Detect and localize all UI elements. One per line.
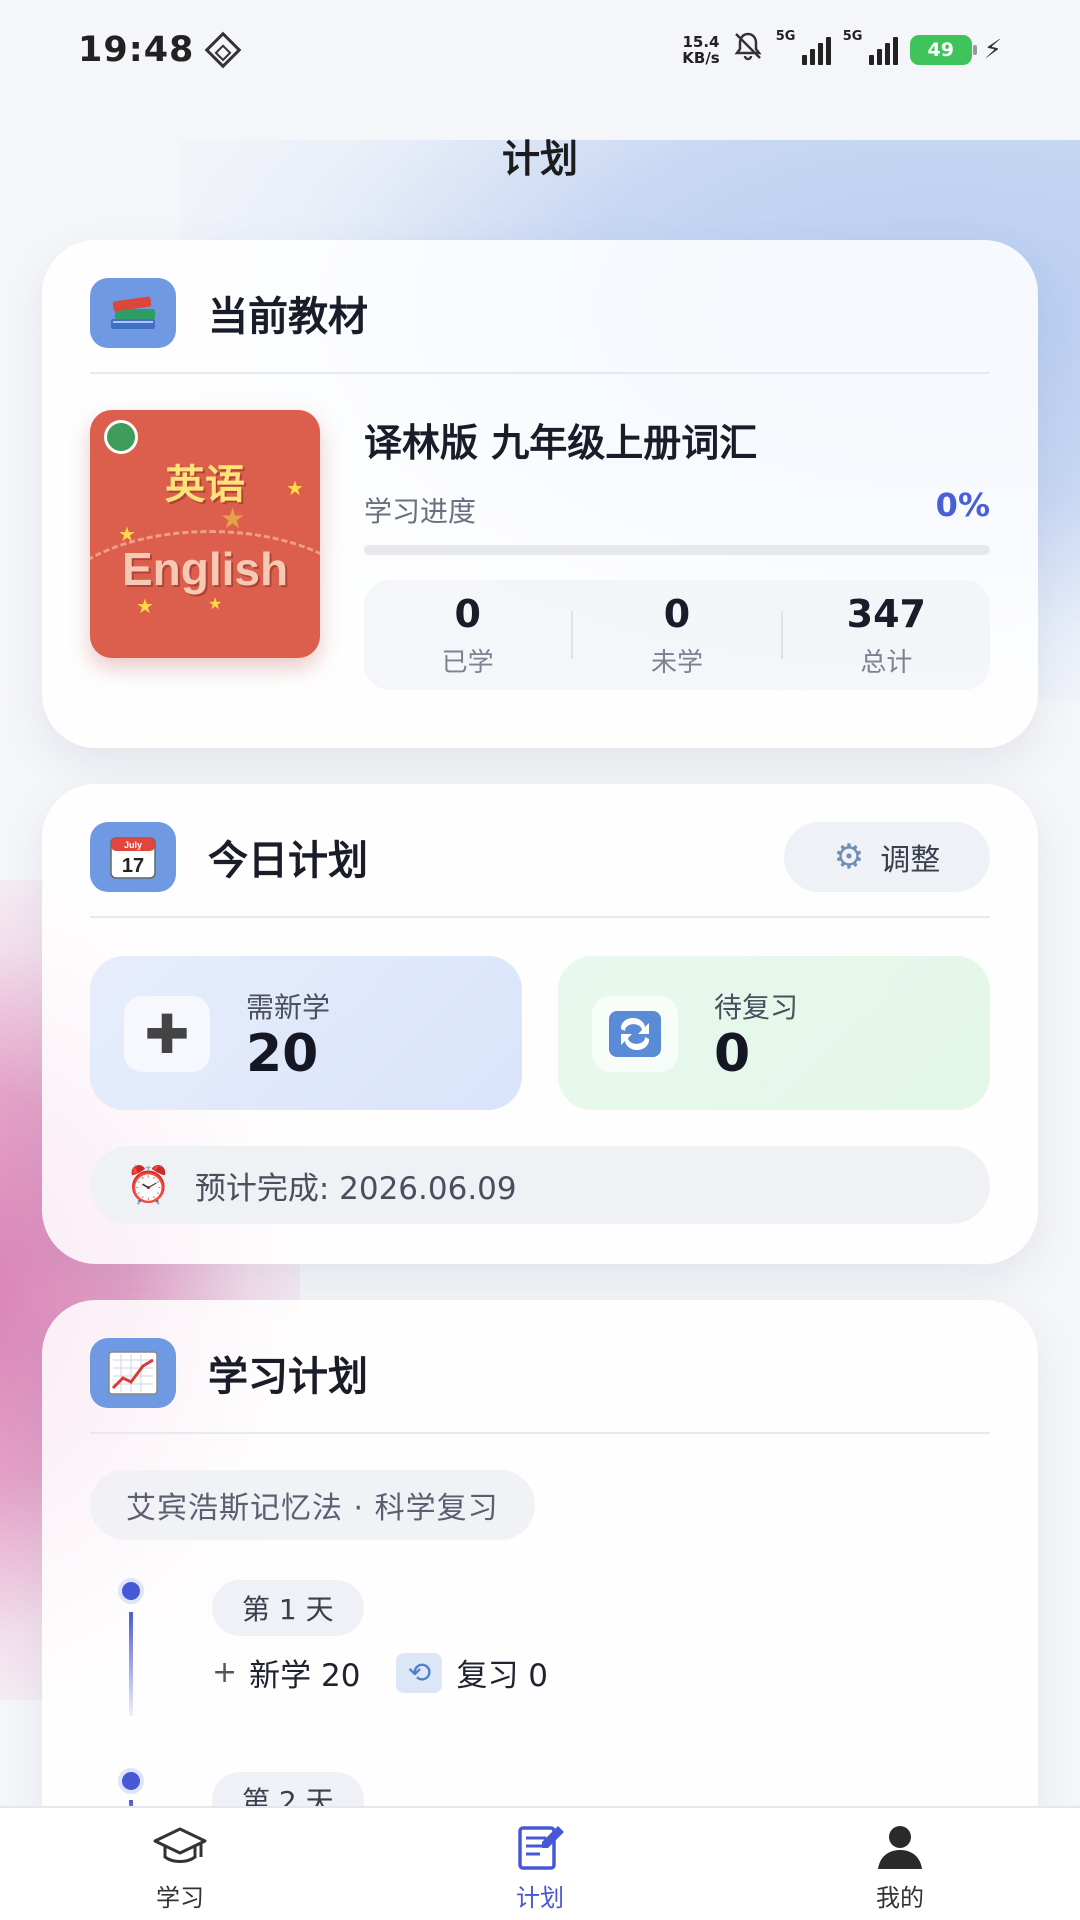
network-speed-unit: KB/s — [682, 49, 720, 67]
card-title: 学习计划 — [208, 1354, 368, 1400]
signal-sim2-icon: 5G — [843, 29, 898, 65]
day-label: 第 1 天 — [212, 1580, 364, 1636]
progress-label: 学习进度 — [364, 495, 477, 528]
tab-study[interactable]: 学习 — [0, 1808, 360, 1920]
progress-bar — [364, 545, 990, 555]
current-textbook-card[interactable]: 当前教材 英语 English ★ ★ ★ ★ ★ 译林版 九年级上册词汇 学习… — [42, 240, 1038, 748]
star-icon: ★ — [208, 594, 223, 613]
network-speed-value: 15.4 — [682, 33, 720, 51]
battery-level: 49 — [927, 39, 954, 61]
adjust-button[interactable]: ⚙ 调整 — [784, 822, 990, 892]
books-icon — [90, 278, 176, 348]
publisher-badge-icon — [104, 420, 138, 454]
star-icon: ★ — [136, 594, 154, 618]
timeline-line — [129, 1612, 133, 1716]
tab-plan[interactable]: 计划 — [360, 1808, 720, 1920]
page-title: 计划 — [501, 137, 578, 181]
progress-value: 0% — [935, 486, 990, 524]
calendar-icon: July 17 — [90, 822, 176, 892]
star-icon: ★ — [220, 502, 246, 535]
network-speed: 15.4 KB/s — [682, 34, 719, 66]
calendar-day: 17 — [122, 855, 144, 877]
stat-learned: 0 已学 — [364, 592, 571, 679]
battery-icon: 49 — [909, 35, 977, 65]
status-indicators: 15.4 KB/s 5G 5G 49 ⚡ — [682, 29, 1002, 70]
bottom-tab-bar: 学习 计划 我的 — [0, 1806, 1080, 1920]
plus-icon: ✚ — [124, 996, 210, 1072]
stat-label: 未学 — [650, 647, 703, 678]
gear-icon: ⚙ — [833, 837, 865, 877]
tab-mine[interactable]: 我的 — [720, 1808, 1080, 1920]
graduation-cap-icon — [150, 1822, 210, 1872]
star-icon: ★ — [286, 476, 304, 500]
textbook-cover[interactable]: 英语 English ★ ★ ★ ★ ★ — [90, 410, 320, 658]
review-words-value: 0 — [714, 1024, 751, 1084]
review-words-tile[interactable]: 待复习 0 — [558, 956, 990, 1110]
status-bar: 19:48 15.4 KB/s 5G 5G 49 ⚡ — [0, 0, 1080, 100]
plus-icon: + — [212, 1655, 238, 1690]
new-words-value: 20 — [246, 1024, 319, 1084]
card-title: 当前教材 — [208, 294, 368, 340]
adjust-label: 调整 — [880, 843, 941, 878]
charging-bolt-icon: ⚡ — [983, 35, 1002, 65]
stat-label: 总计 — [860, 647, 913, 678]
day-plan-row: + 新学 20 ⟲ 复习 0 — [212, 1650, 548, 1695]
card-title: 今日计划 — [208, 838, 368, 884]
status-time: 19:48 — [78, 30, 195, 70]
sim1-label: 5G — [775, 29, 796, 44]
memory-method-tag: 艾宾浩斯记忆法 · 科学复习 — [90, 1470, 535, 1540]
new-words-tile[interactable]: ✚ 需新学 20 — [90, 956, 522, 1110]
divider — [90, 1432, 990, 1434]
tab-label: 计划 — [516, 1884, 564, 1912]
day-review-text: 复习 0 — [456, 1658, 549, 1694]
tab-label: 学习 — [156, 1884, 204, 1912]
bell-muted-icon — [732, 30, 764, 70]
book-name: 译林版 九年级上册词汇 — [364, 421, 758, 465]
card-header: 学习计划 — [90, 1338, 368, 1408]
nfc-diamond-icon — [205, 31, 242, 69]
estimated-completion: ⏰ 预计完成: 2026.06.09 — [90, 1146, 990, 1224]
cover-title-en: English — [121, 543, 289, 595]
stat-total: 347 总计 — [783, 592, 990, 679]
card-header: July 17 今日计划 — [90, 822, 368, 892]
timeline-dot — [118, 1578, 144, 1604]
chart-increasing-icon — [90, 1338, 176, 1408]
repeat-arrows-icon: ⟲ — [396, 1652, 443, 1693]
word-stats: 0 已学 0 未学 347 总计 — [364, 580, 990, 690]
new-words-label: 需新学 — [246, 991, 331, 1024]
sim2-label: 5G — [842, 29, 863, 44]
stat-value: 0 — [454, 591, 481, 636]
tab-label: 我的 — [876, 1884, 924, 1912]
repeat-arrows-icon — [592, 996, 678, 1072]
star-icon: ★ — [118, 522, 136, 546]
alarm-clock-icon: ⏰ — [126, 1165, 171, 1206]
stat-unlearned: 0 未学 — [573, 592, 780, 679]
divider — [90, 916, 990, 918]
timeline-dot — [118, 1768, 144, 1794]
divider — [90, 372, 990, 374]
calendar-month: July — [124, 840, 142, 850]
stat-value: 0 — [663, 591, 691, 636]
stat-label: 已学 — [441, 647, 494, 678]
person-icon — [870, 1822, 930, 1872]
notepad-icon — [510, 1822, 570, 1872]
today-plan-card: July 17 今日计划 ⚙ 调整 ✚ 需新学 20 待复习 0 ⏰ 预计完成:… — [42, 784, 1038, 1264]
day-new-text: 新学 20 — [249, 1658, 361, 1694]
review-words-label: 待复习 — [714, 991, 799, 1024]
card-header: 当前教材 — [90, 278, 368, 348]
signal-sim1-icon: 5G — [776, 29, 831, 65]
stat-value: 347 — [846, 591, 926, 636]
estimated-completion-text: 预计完成: 2026.06.09 — [194, 1170, 517, 1207]
